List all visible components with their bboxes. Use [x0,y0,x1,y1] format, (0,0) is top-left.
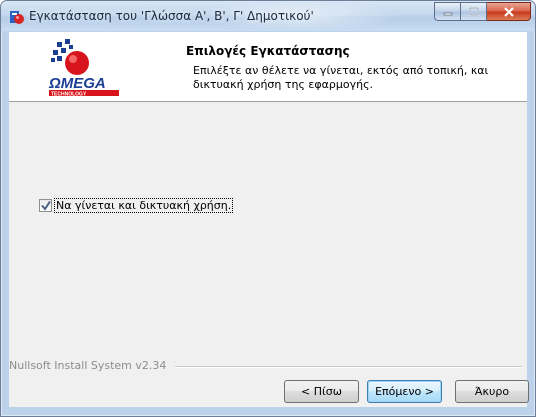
page-subtitle: Επιλέξτε αν θέλετε να γίνεται, εκτός από… [193,64,489,91]
network-use-option[interactable]: Να γίνεται και δικτυακή χρήση. [39,198,234,213]
minimize-icon [443,12,452,15]
maximize-button[interactable] [461,2,487,21]
omega-logo: ΩMEGA TECHNOLOGY [48,39,119,98]
window-title: Εγκατάσταση του 'Γλώσσα Α', Β', Γ' Δημοτ… [29,9,314,23]
cancel-button[interactable]: Άκυρο [455,380,529,403]
caption-buttons [434,2,531,21]
nsis-branding: Nullsoft Install System v2.34 [9,359,167,372]
minimize-button[interactable] [434,2,461,21]
branding-divider [175,366,522,368]
next-button[interactable]: Επόμενο > [367,380,442,403]
title-bar[interactable]: Εγκατάσταση του 'Γλώσσα Α', Β', Γ' Δημοτ… [1,1,535,31]
installer-icon [10,11,24,24]
logo-text: ΩMEGA [48,75,106,92]
content-area: Να γίνεται και δικτυακή χρήση. Nullsoft … [9,102,529,407]
page-title: Επιλογές Εγκατάστασης [186,44,350,58]
logo-subtext: TECHNOLOGY [51,92,87,98]
maximize-icon [468,7,479,16]
checkmark-icon [41,200,51,211]
network-use-checkbox[interactable] [39,199,52,212]
close-button[interactable] [487,2,531,21]
network-use-label[interactable]: Να γίνεται και δικτυακή χρήση. [53,198,234,213]
installer-window: Εγκατάσταση του 'Γλώσσα Α', Β', Γ' Δημοτ… [0,0,536,417]
header-panel: ΩMEGA TECHNOLOGY Επιλογές Εγκατάστασης Ε… [9,32,527,102]
close-icon [503,6,514,17]
back-button[interactable]: < Πίσω [284,380,359,403]
